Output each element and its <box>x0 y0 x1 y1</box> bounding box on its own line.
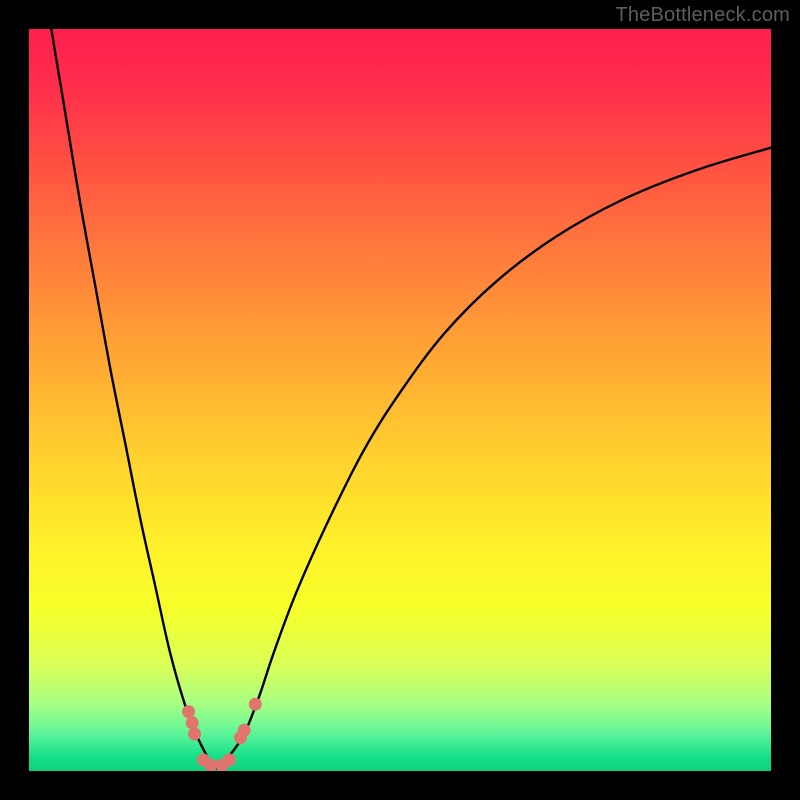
curve-marker <box>204 759 217 771</box>
curve-markers <box>182 698 262 771</box>
curve-layer <box>29 29 771 771</box>
bottleneck-curve <box>51 29 771 769</box>
curve-marker <box>186 716 199 729</box>
curve-marker <box>249 698 262 711</box>
curve-marker <box>238 724 251 737</box>
curve-marker <box>223 753 236 766</box>
watermark-text: TheBottleneck.com <box>615 4 790 27</box>
chart-plot-area <box>29 29 771 771</box>
curve-marker <box>188 727 201 740</box>
curve-marker <box>182 705 195 718</box>
